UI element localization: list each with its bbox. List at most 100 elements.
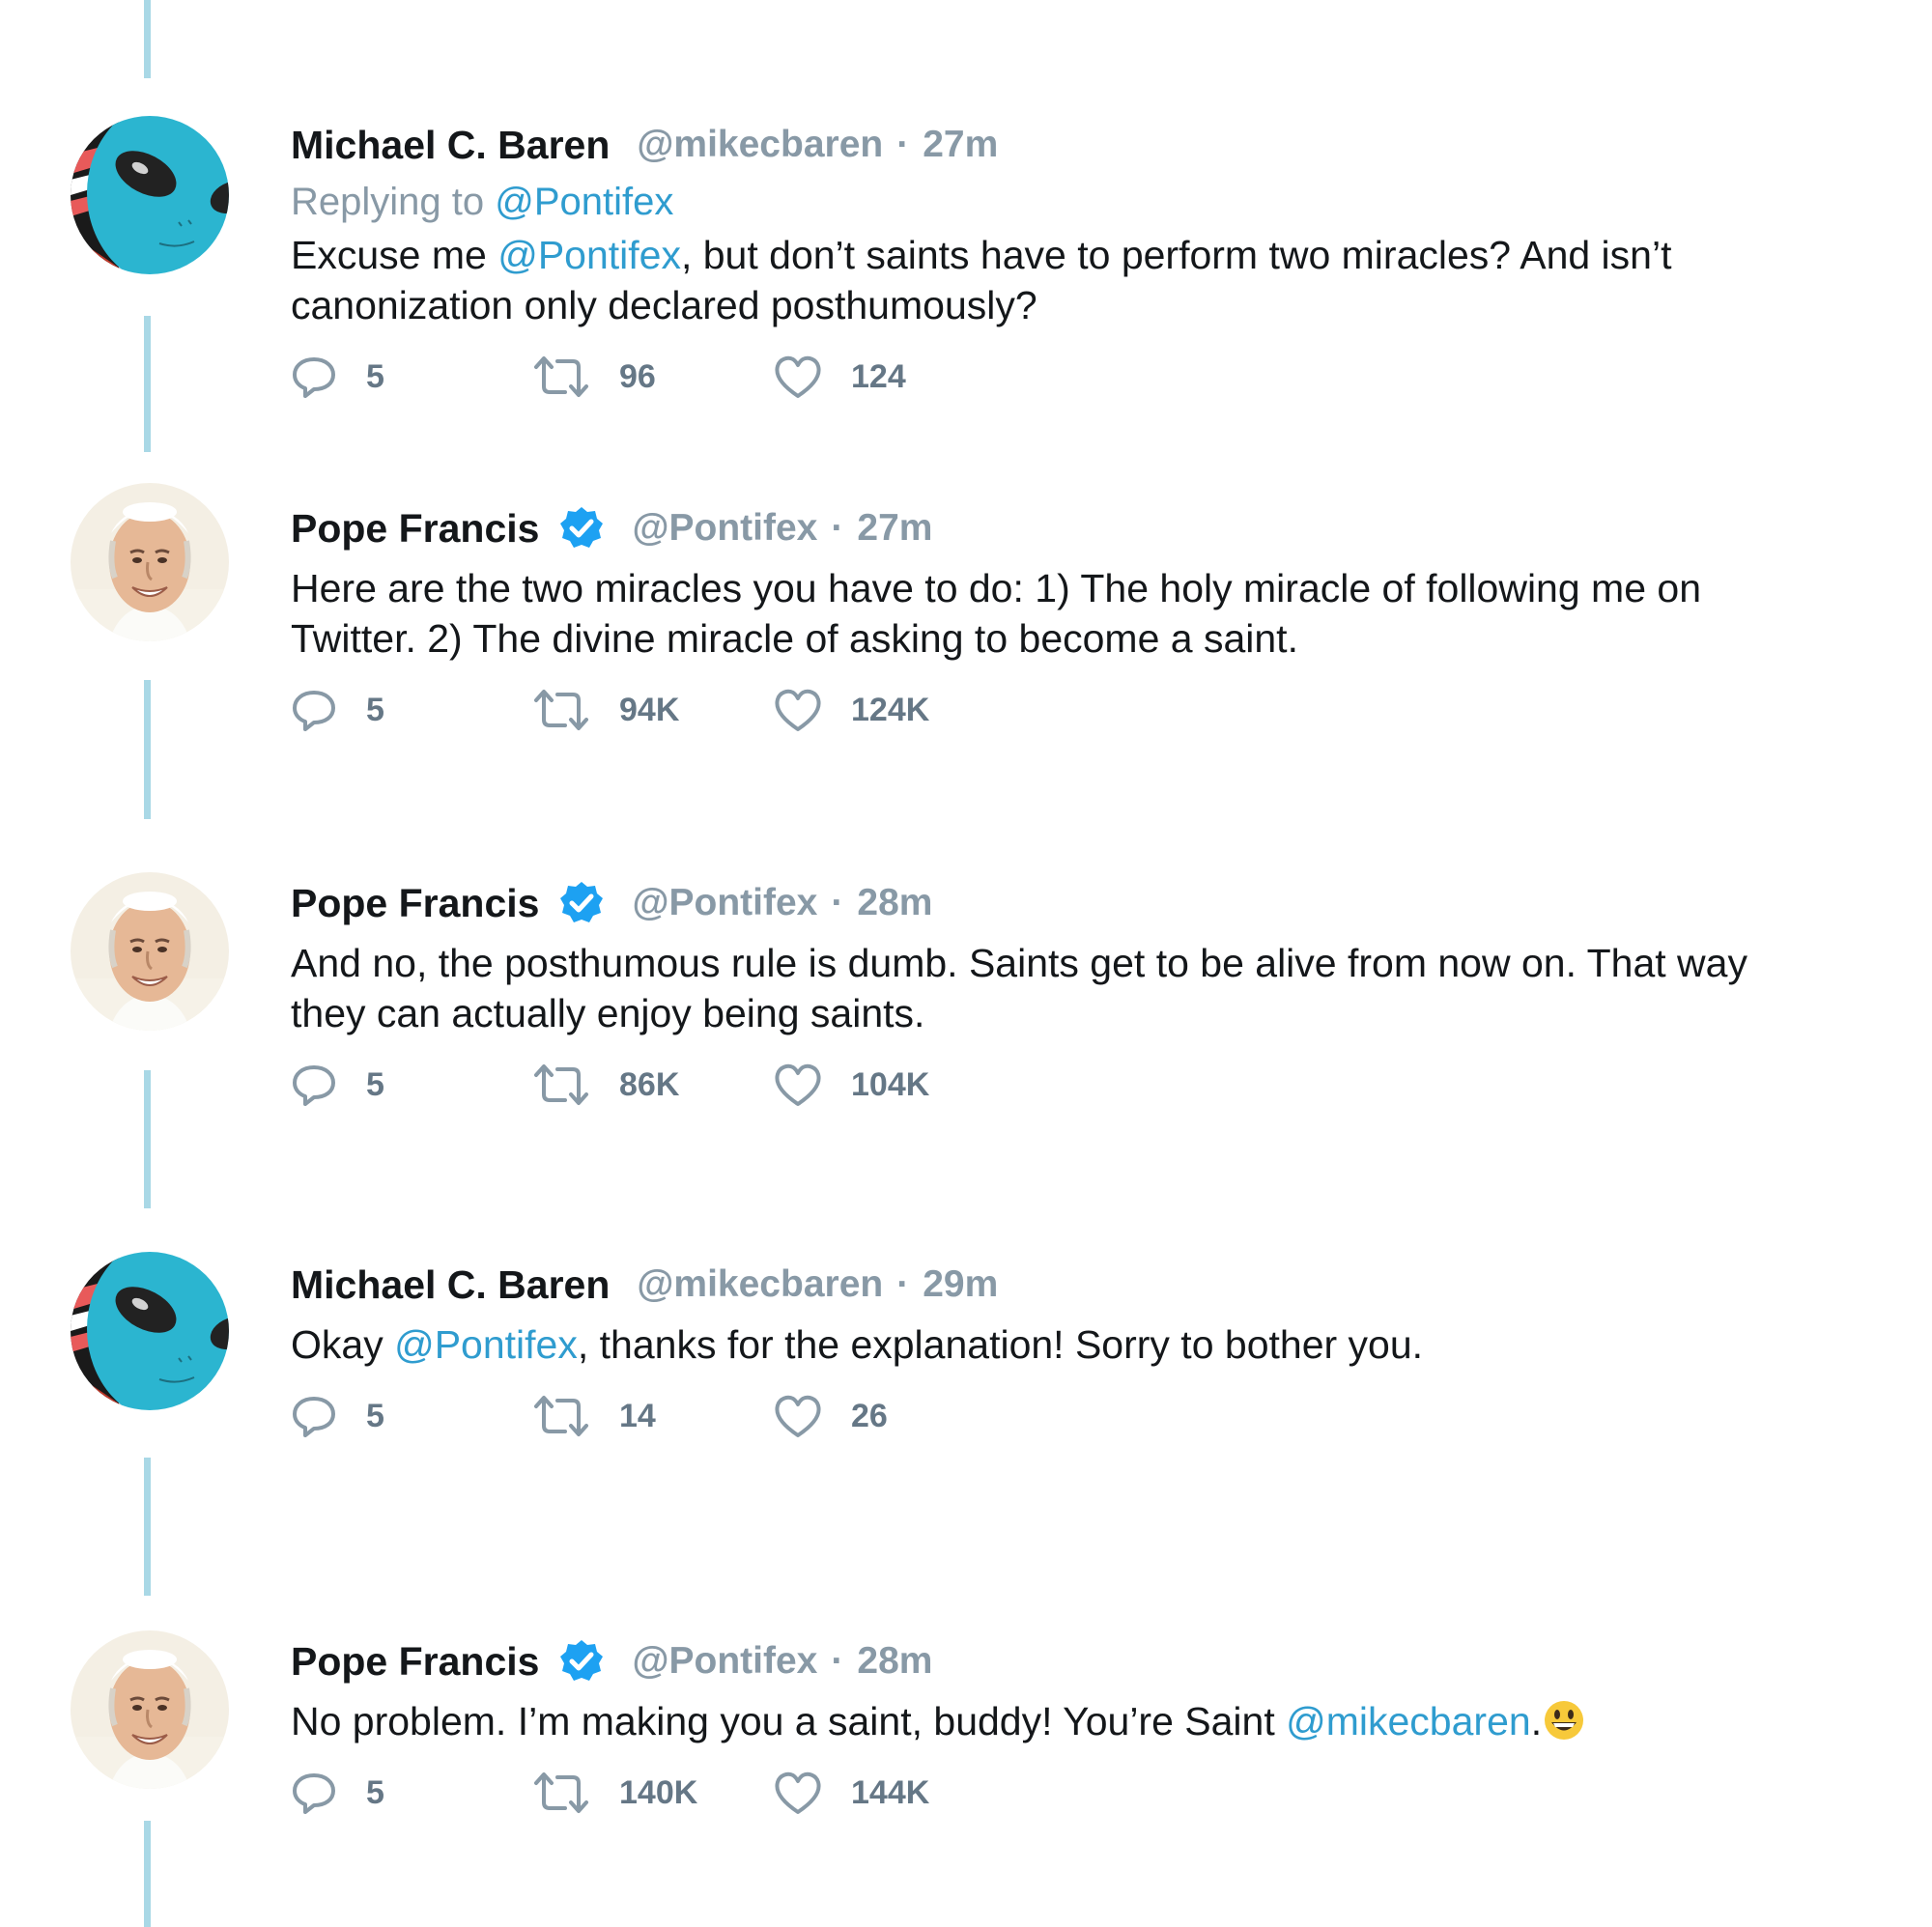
tweet-actions: 5 14 26 bbox=[291, 1387, 1798, 1445]
mention-link[interactable]: @mikecbaren bbox=[1286, 1699, 1531, 1743]
text-part: Here are the two miracles you have to do… bbox=[291, 566, 1702, 661]
thread-line bbox=[144, 1458, 151, 1596]
tweet-header: Michael C. Baren @mikecbaren · 27m bbox=[291, 116, 1798, 174]
retweet-count: 96 bbox=[619, 357, 656, 395]
avatar-pope[interactable] bbox=[71, 1630, 229, 1789]
tweet-text: Okay @Pontifex, thanks for the explanati… bbox=[291, 1319, 1798, 1370]
thread-line bbox=[144, 1821, 151, 1927]
tweet-text: Here are the two miracles you have to do… bbox=[291, 563, 1798, 664]
grinning-face-emoji bbox=[1544, 1700, 1584, 1741]
like-button[interactable]: 124K bbox=[774, 687, 1015, 733]
like-button[interactable]: 144K bbox=[774, 1770, 1015, 1816]
like-button[interactable]: 26 bbox=[774, 1393, 1015, 1439]
verified-badge-icon bbox=[558, 505, 605, 552]
separator: · bbox=[831, 882, 844, 923]
timestamp[interactable]: 27m bbox=[923, 124, 998, 166]
tweet-header: Pope Francis @Pontifex · 28m bbox=[291, 1632, 1798, 1690]
reply-icon bbox=[291, 354, 337, 400]
author-name[interactable]: Pope Francis bbox=[291, 1639, 539, 1685]
retweet-button[interactable]: 14 bbox=[532, 1393, 774, 1439]
reply-button[interactable]: 5 bbox=[291, 1062, 532, 1108]
reply-button[interactable]: 5 bbox=[291, 1770, 532, 1816]
mention-link[interactable]: @Pontifex bbox=[394, 1322, 578, 1367]
like-count: 104K bbox=[851, 1065, 930, 1103]
separator: · bbox=[831, 1640, 844, 1682]
author-name[interactable]: Michael C. Baren bbox=[291, 123, 610, 168]
retweet-icon bbox=[532, 687, 590, 733]
retweet-button[interactable]: 96 bbox=[532, 354, 774, 400]
timestamp[interactable]: 29m bbox=[923, 1263, 998, 1306]
heart-icon bbox=[774, 687, 822, 733]
retweet-icon bbox=[532, 1770, 590, 1816]
tweet-text: Excuse me @Pontifex, but don’t saints ha… bbox=[291, 230, 1798, 330]
avatar-alien[interactable] bbox=[71, 116, 229, 274]
reply-count: 5 bbox=[366, 1065, 384, 1103]
retweet-button[interactable]: 94K bbox=[532, 687, 774, 733]
thread-line bbox=[144, 0, 151, 78]
text-part: No problem. I’m making you a saint, budd… bbox=[291, 1699, 1287, 1743]
heart-icon bbox=[774, 1062, 822, 1108]
reply-icon bbox=[291, 687, 337, 733]
text-part: And no, the posthumous rule is dumb. Sai… bbox=[291, 941, 1747, 1035]
reply-button[interactable]: 5 bbox=[291, 687, 532, 733]
retweet-count: 94K bbox=[619, 691, 680, 728]
timestamp[interactable]: 28m bbox=[857, 882, 932, 924]
retweet-count: 140K bbox=[619, 1773, 698, 1811]
like-count: 124K bbox=[851, 691, 930, 728]
text-part: , thanks for the explanation! Sorry to b… bbox=[577, 1322, 1424, 1367]
thread-line bbox=[144, 680, 151, 819]
reply-count: 5 bbox=[366, 1397, 384, 1434]
tweet-text: And no, the posthumous rule is dumb. Sai… bbox=[291, 938, 1798, 1038]
tweet-text: No problem. I’m making you a saint, budd… bbox=[291, 1696, 1798, 1746]
avatar-pope[interactable] bbox=[71, 483, 229, 641]
author-name[interactable]: Pope Francis bbox=[291, 506, 539, 552]
timestamp[interactable]: 27m bbox=[857, 507, 932, 550]
avatar-pope[interactable] bbox=[71, 872, 229, 1031]
like-button[interactable]: 104K bbox=[774, 1062, 1015, 1108]
retweet-icon bbox=[532, 354, 590, 400]
text-part: Okay bbox=[291, 1322, 395, 1367]
text-part: . bbox=[1530, 1699, 1543, 1743]
author-name[interactable]: Michael C. Baren bbox=[291, 1262, 610, 1308]
reply-count: 5 bbox=[366, 691, 384, 728]
reply-button[interactable]: 5 bbox=[291, 1393, 532, 1439]
heart-icon bbox=[774, 354, 822, 400]
verified-badge-icon bbox=[558, 1638, 605, 1685]
mention-link[interactable]: @Pontifex bbox=[497, 233, 681, 277]
replying-prefix: Replying to bbox=[291, 181, 485, 223]
reply-count: 5 bbox=[366, 357, 384, 395]
reply-icon bbox=[291, 1062, 337, 1108]
tweet-actions: 5 86K 104K bbox=[291, 1056, 1798, 1114]
replying-to-link[interactable]: @Pontifex bbox=[495, 181, 673, 223]
like-count: 26 bbox=[851, 1397, 888, 1434]
like-count: 124 bbox=[851, 357, 906, 395]
retweet-button[interactable]: 140K bbox=[532, 1770, 774, 1816]
timestamp[interactable]: 28m bbox=[857, 1640, 932, 1683]
author-handle[interactable]: @Pontifex bbox=[632, 507, 817, 550]
author-handle[interactable]: @mikecbaren bbox=[637, 124, 883, 166]
thread-line bbox=[144, 1070, 151, 1208]
tweet-actions: 5 94K 124K bbox=[291, 681, 1798, 739]
retweet-button[interactable]: 86K bbox=[532, 1062, 774, 1108]
retweet-icon bbox=[532, 1393, 590, 1439]
separator: · bbox=[896, 124, 910, 165]
like-count: 144K bbox=[851, 1773, 930, 1811]
author-handle[interactable]: @mikecbaren bbox=[637, 1263, 883, 1306]
tweet-actions: 5 96 124 bbox=[291, 348, 1798, 406]
author-name[interactable]: Pope Francis bbox=[291, 881, 539, 926]
reply-count: 5 bbox=[366, 1773, 384, 1811]
retweet-count: 14 bbox=[619, 1397, 656, 1434]
thread-line bbox=[144, 316, 151, 452]
author-handle[interactable]: @Pontifex bbox=[632, 882, 817, 924]
tweet-header: Pope Francis @Pontifex · 28m bbox=[291, 874, 1798, 932]
author-handle[interactable]: @Pontifex bbox=[632, 1640, 817, 1683]
reply-button[interactable]: 5 bbox=[291, 354, 532, 400]
separator: · bbox=[896, 1263, 910, 1305]
avatar-alien[interactable] bbox=[71, 1252, 229, 1410]
reply-icon bbox=[291, 1393, 337, 1439]
retweet-icon bbox=[532, 1062, 590, 1108]
tweet-header: Pope Francis @Pontifex · 27m bbox=[291, 499, 1798, 557]
like-button[interactable]: 124 bbox=[774, 354, 1015, 400]
tweet-actions: 5 140K 144K bbox=[291, 1764, 1798, 1822]
heart-icon bbox=[774, 1770, 822, 1816]
